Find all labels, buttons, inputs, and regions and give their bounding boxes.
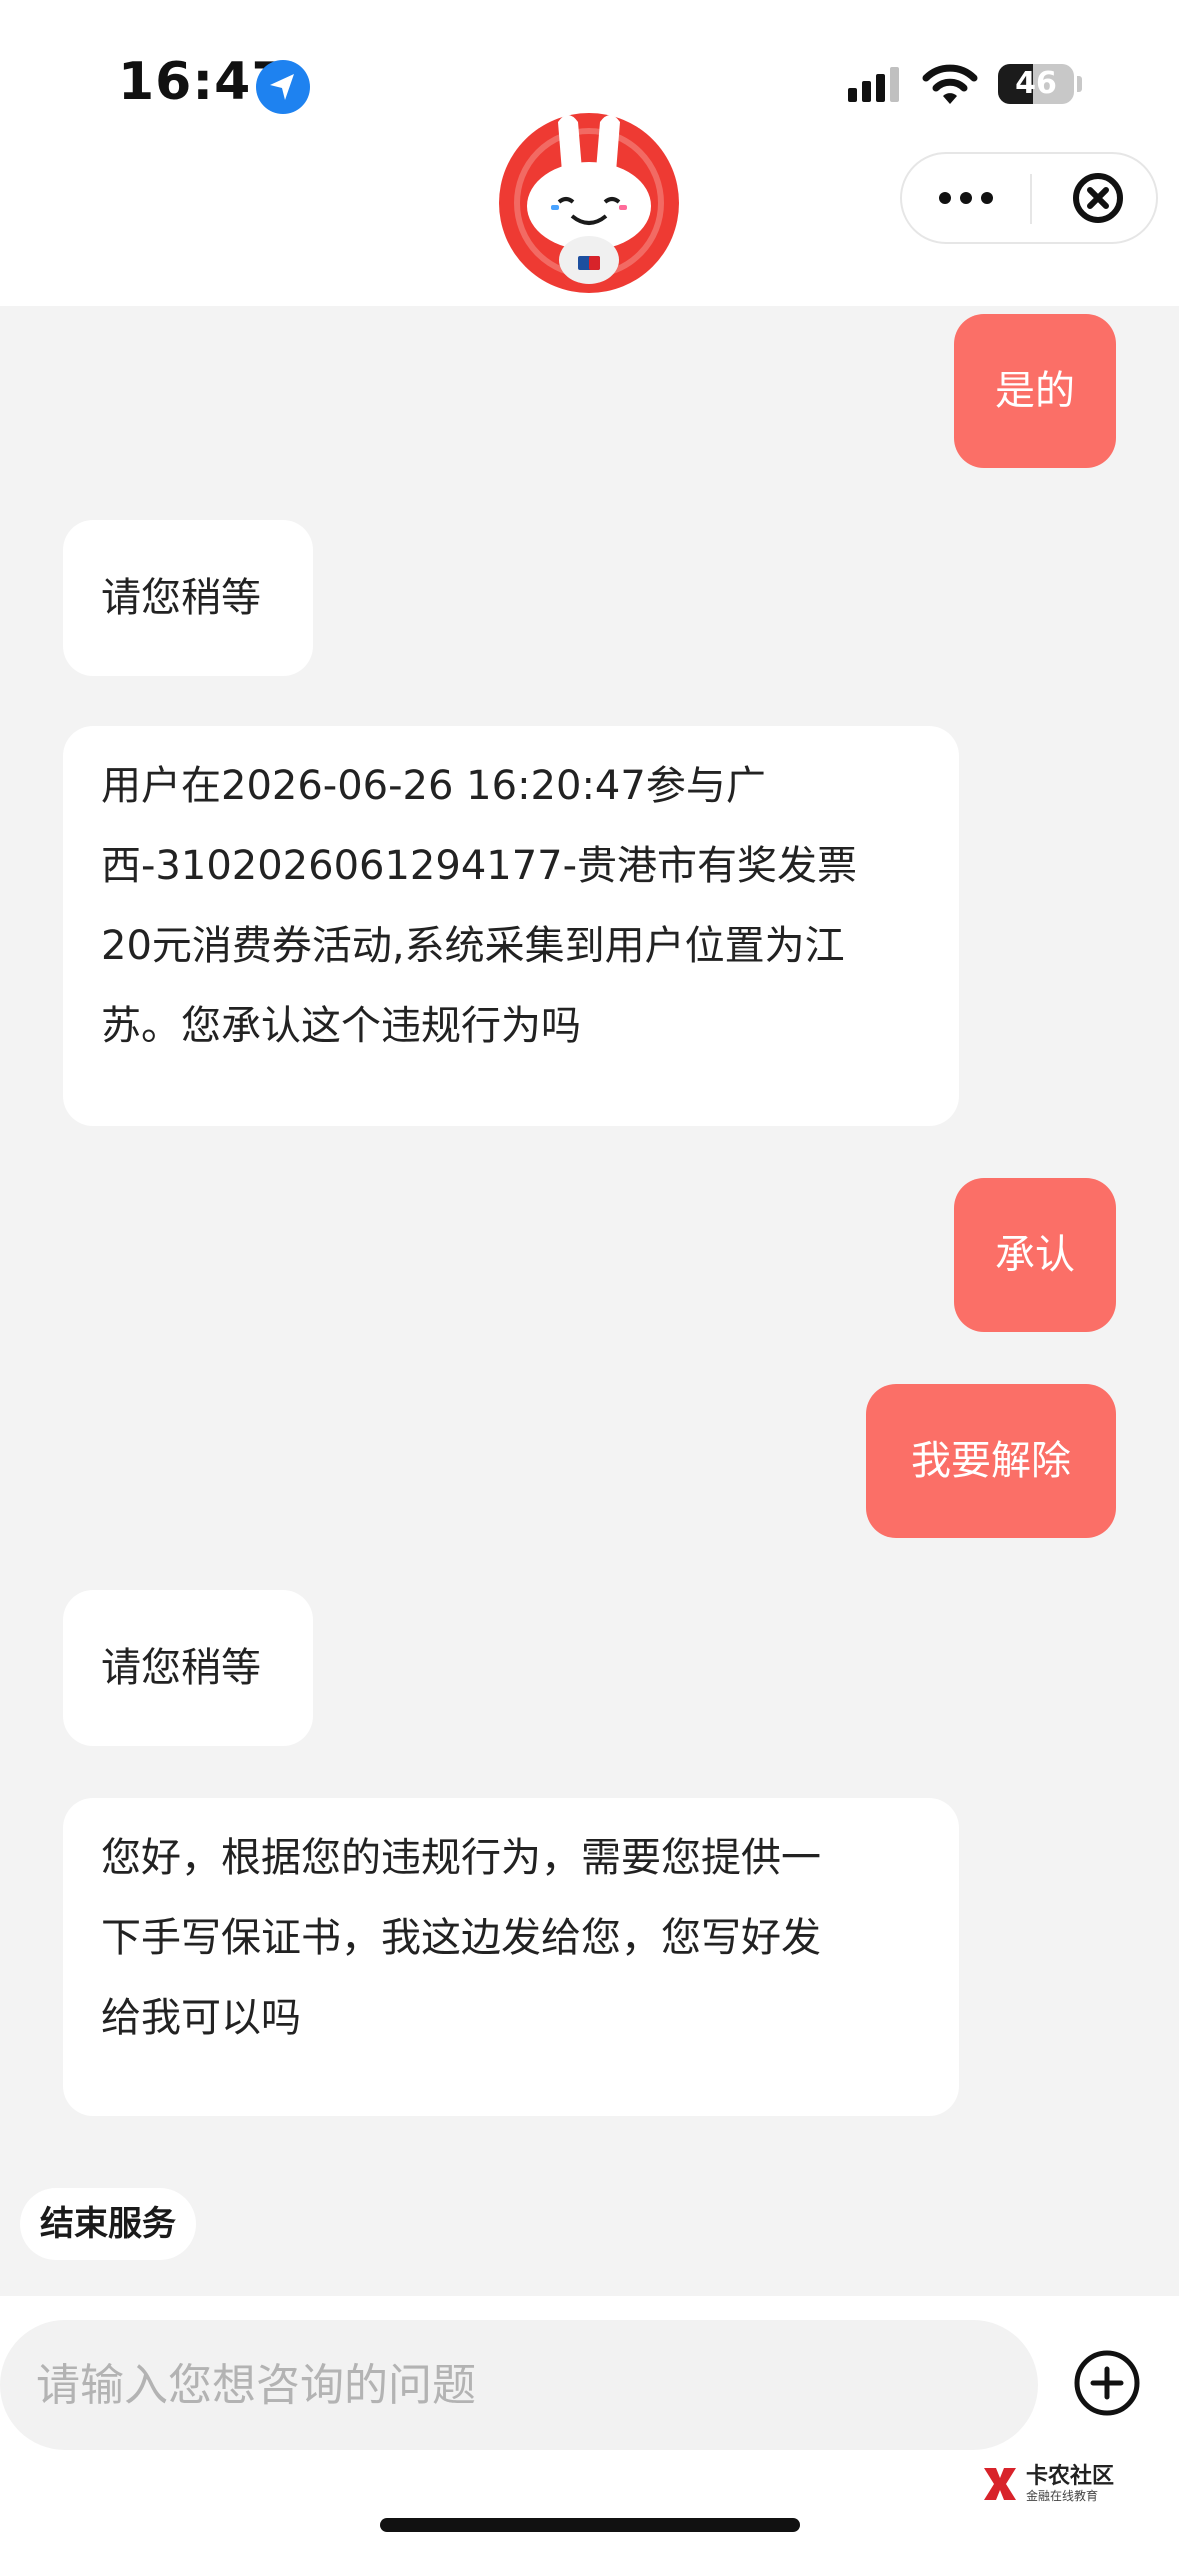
user-message: 我要解除	[866, 1384, 1116, 1538]
message-text: 请您稍等	[101, 1645, 261, 1691]
user-message: 承认	[954, 1178, 1116, 1332]
plus-circle-icon[interactable]	[1072, 2348, 1142, 2418]
watermark-name: 卡农社区	[1026, 2464, 1115, 2489]
home-indicator	[380, 2518, 800, 2532]
top-bar: 16:47 46	[0, 0, 1179, 306]
message-line: 20元消费券活动,系统采集到用户位置为江	[101, 923, 845, 969]
close-circle-icon[interactable]	[1070, 170, 1126, 226]
bot-message: 用户在2026-06-26 16:20:47参与广 西-310202606129…	[63, 726, 959, 1126]
message-line: 用户在2026-06-26 16:20:47参与广	[101, 763, 766, 809]
location-arrow-icon	[256, 60, 310, 114]
cellular-signal-icon	[846, 66, 906, 110]
mini-program-capsule	[900, 152, 1158, 244]
mascot-avatar-icon	[496, 110, 682, 296]
message-text: 是的	[995, 368, 1075, 414]
message-line: 苏。您承认这个违规行为吗	[101, 1003, 581, 1049]
battery-icon: 46	[998, 64, 1074, 104]
wifi-icon	[922, 62, 978, 110]
message-line: 给我可以吗	[101, 1995, 301, 2041]
watermark-subtitle: 金融在线教育	[1026, 2489, 1099, 2503]
end-service-button[interactable]: 结束服务	[20, 2188, 196, 2260]
message-line: 您好，根据您的违规行为，需要您提供一	[101, 1835, 821, 1881]
message-line: 西-3102026061294177-贵港市有奖发票	[101, 843, 858, 889]
message-text: 承认	[995, 1232, 1075, 1278]
capsule-divider	[1030, 174, 1032, 224]
message-line: 下手写保证书，我这边发给您，您写好发	[101, 1915, 821, 1961]
message-input[interactable]	[0, 2320, 1038, 2450]
watermark: 卡农社区 金融在线教育	[980, 2464, 1114, 2504]
bot-message: 您好，根据您的违规行为，需要您提供一 下手写保证书，我这边发给您，您写好发 给我…	[63, 1798, 959, 2116]
more-dots-icon[interactable]	[902, 154, 1030, 242]
user-message: 是的	[954, 314, 1116, 468]
bot-message: 请您稍等	[63, 1590, 313, 1746]
input-bar	[0, 2296, 1179, 2556]
battery-percent: 46	[1015, 66, 1057, 101]
message-text: 我要解除	[911, 1438, 1071, 1484]
bot-message: 请您稍等	[63, 520, 313, 676]
chat-area: 是的 请您稍等 用户在2026-06-26 16:20:47参与广 西-3102…	[0, 306, 1179, 2296]
message-text: 请您稍等	[101, 575, 261, 621]
knong-logo-icon	[980, 2464, 1020, 2504]
battery-tip	[1077, 76, 1082, 92]
